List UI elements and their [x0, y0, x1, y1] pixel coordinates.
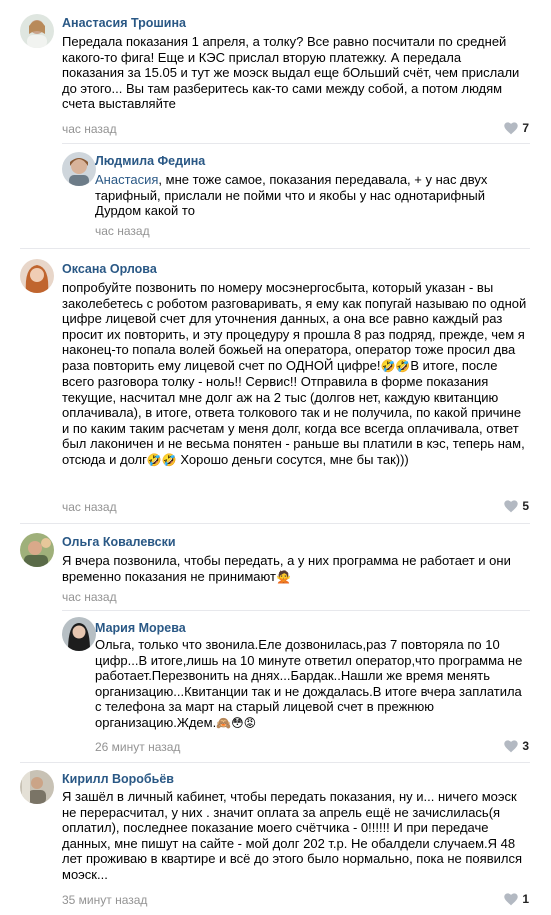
- comment-time[interactable]: час назад: [62, 122, 117, 136]
- comment-text: попробуйте позвонить по номеру мосэнерго…: [62, 280, 530, 468]
- like-count: 3: [522, 739, 529, 753]
- comment-author[interactable]: Оксана Орлова: [62, 262, 157, 276]
- text-part: В итоге, после всего разговора толку - н…: [62, 357, 525, 467]
- avatar[interactable]: [20, 14, 54, 48]
- rofl-emoji: 🤣🤣: [380, 358, 411, 373]
- gesture-emoji: 🙅: [275, 569, 291, 584]
- comment-time[interactable]: час назад: [62, 500, 117, 514]
- comment-author[interactable]: Ольга Ковалевски: [62, 535, 176, 549]
- like-button[interactable]: 1: [504, 892, 529, 906]
- comment-text: Я зашёл в личный кабинет, чтобы передать…: [62, 789, 522, 882]
- text-part: Хорошо деньги сосутся, мне бы так))): [176, 451, 409, 467]
- avatar[interactable]: [20, 533, 54, 567]
- like-button[interactable]: 3: [504, 739, 529, 753]
- comment-text: Передала показания 1 апреля, а толку? Вс…: [62, 34, 520, 111]
- divider: [62, 143, 530, 144]
- like-count: 1: [522, 892, 529, 906]
- like-count: 5: [522, 499, 529, 513]
- text-part: Ольга, только что звонила.Еле дозвонилас…: [95, 637, 523, 730]
- reply-text: Ольга, только что звонила.Еле дозвонилас…: [95, 637, 530, 731]
- comment-time[interactable]: 35 минут назад: [62, 893, 147, 907]
- avatar[interactable]: [62, 617, 96, 651]
- mention-link[interactable]: Анастасия: [95, 172, 158, 187]
- divider: [20, 248, 530, 249]
- comments-feed: Анастасия Трошина Передала показания 1 а…: [0, 0, 551, 915]
- divider: [20, 762, 530, 763]
- rofl-emoji: 🤣🤣: [146, 452, 177, 467]
- reply-author[interactable]: Людмила Федина: [95, 154, 205, 168]
- heart-icon: [504, 892, 519, 905]
- reply-text: Анастасия, мне тоже самое, показания пер…: [95, 172, 515, 219]
- heart-icon: [504, 499, 519, 512]
- like-count: 7: [522, 121, 529, 135]
- divider: [20, 523, 530, 524]
- reply-author[interactable]: Мария Морева: [95, 621, 186, 635]
- reply-time[interactable]: час назад: [95, 224, 150, 238]
- comment-time[interactable]: час назад: [62, 590, 117, 604]
- divider: [62, 610, 530, 611]
- reply-time[interactable]: 26 минут назад: [95, 740, 180, 754]
- avatar[interactable]: [20, 770, 54, 804]
- comment-text: Я вчера позвонила, чтобы передать, а у н…: [62, 553, 530, 585]
- like-button[interactable]: 7: [504, 121, 529, 135]
- avatar[interactable]: [62, 152, 96, 186]
- avatar[interactable]: [20, 259, 54, 293]
- heart-icon: [504, 739, 519, 752]
- comment-author[interactable]: Анастасия Трошина: [62, 16, 186, 30]
- like-button[interactable]: 5: [504, 499, 529, 513]
- reaction-emoji: 🙈😳😡: [216, 715, 257, 730]
- comment-author[interactable]: Кирилл Воробьёв: [62, 772, 174, 786]
- heart-icon: [504, 121, 519, 134]
